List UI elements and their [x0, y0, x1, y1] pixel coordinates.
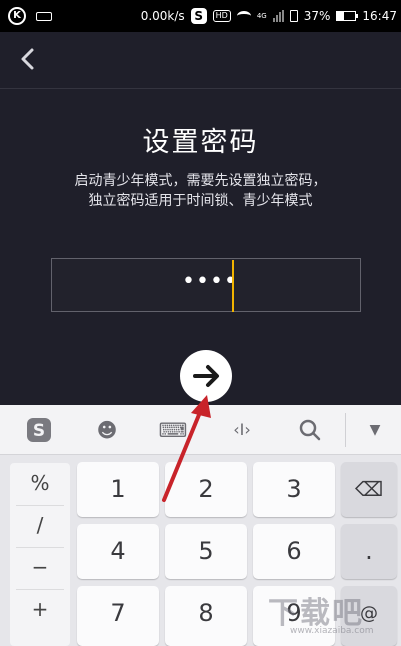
key-4[interactable]: 4 — [77, 524, 159, 579]
sogou-status-icon: S — [190, 8, 207, 24]
clock: 16:47 — [362, 9, 397, 23]
status-bar: K 0.00k/s S HD 4G 37% 16:47 — [0, 0, 401, 32]
key-1[interactable]: 1 — [77, 462, 159, 517]
screen: K 0.00k/s S HD 4G 37% 16:47 设置密码 启动青少年模式… — [0, 0, 401, 646]
password-mask: •••• — [182, 269, 238, 294]
network-speed: 0.00k/s — [140, 9, 185, 23]
password-input[interactable]: •••• — [51, 258, 361, 312]
network-type: 4G — [256, 12, 267, 20]
back-button[interactable] — [18, 46, 44, 72]
toolbar-divider — [345, 413, 346, 447]
arrow-right-icon — [193, 365, 219, 387]
status-right: 0.00k/s S HD 4G 37% 16:47 — [141, 8, 397, 24]
hd-icon: HD — [212, 10, 231, 22]
key-percent[interactable]: % — [10, 463, 70, 503]
description-line-1: 启动青少年模式，需要先设置独立密码， — [74, 173, 327, 189]
collapse-keyboard-icon[interactable]: ▼ — [361, 417, 389, 443]
magnifier-shape — [299, 419, 321, 441]
cursor-move-icon[interactable]: ‹I› — [224, 417, 260, 443]
battery-percent: 37% — [303, 9, 331, 23]
search-icon[interactable] — [295, 417, 325, 443]
description-line-2: 独立密码适用于时间锁、青少年模式 — [88, 193, 313, 209]
signal-icon — [272, 10, 284, 22]
watermark-url: www.xiazaiba.com — [290, 626, 374, 636]
status-left: K — [8, 7, 52, 25]
keyboard-toolbar: S ☻ ⌨ ‹I› ▼ — [0, 405, 401, 455]
sogou-logo-icon[interactable]: S — [24, 417, 54, 443]
page-description: 启动青少年模式，需要先设置独立密码， 独立密码适用于时间锁、青少年模式 — [0, 171, 401, 211]
battery-icon — [336, 11, 359, 21]
next-button[interactable] — [180, 350, 232, 402]
chevron-left-icon — [21, 48, 34, 70]
emoji-icon[interactable]: ☻ — [92, 417, 122, 443]
page-title: 设置密码 — [142, 127, 259, 158]
key-8[interactable]: 8 — [165, 586, 247, 646]
sogou-logo-text: S — [33, 421, 45, 441]
keyboard-icon[interactable]: ⌨ — [158, 417, 188, 443]
key-dot[interactable]: . — [341, 524, 397, 579]
text-cursor — [232, 260, 234, 312]
keyboard-status-icon — [36, 11, 52, 21]
key-plus[interactable]: + — [10, 589, 70, 629]
carrier-icon: K — [8, 7, 26, 25]
sogou-logo-shape: S — [27, 418, 51, 442]
key-slash[interactable]: / — [10, 505, 70, 545]
header-divider — [0, 88, 401, 89]
key-3[interactable]: 3 — [253, 462, 335, 517]
key-minus[interactable]: − — [10, 547, 70, 587]
phone-icon — [289, 10, 298, 22]
key-6[interactable]: 6 — [253, 524, 335, 579]
symbol-column: % / − + — [10, 463, 70, 646]
wifi-icon — [236, 11, 251, 21]
key-2[interactable]: 2 — [165, 462, 247, 517]
delete-key[interactable]: ⌫ — [341, 462, 397, 517]
key-5[interactable]: 5 — [165, 524, 247, 579]
key-7[interactable]: 7 — [77, 586, 159, 646]
